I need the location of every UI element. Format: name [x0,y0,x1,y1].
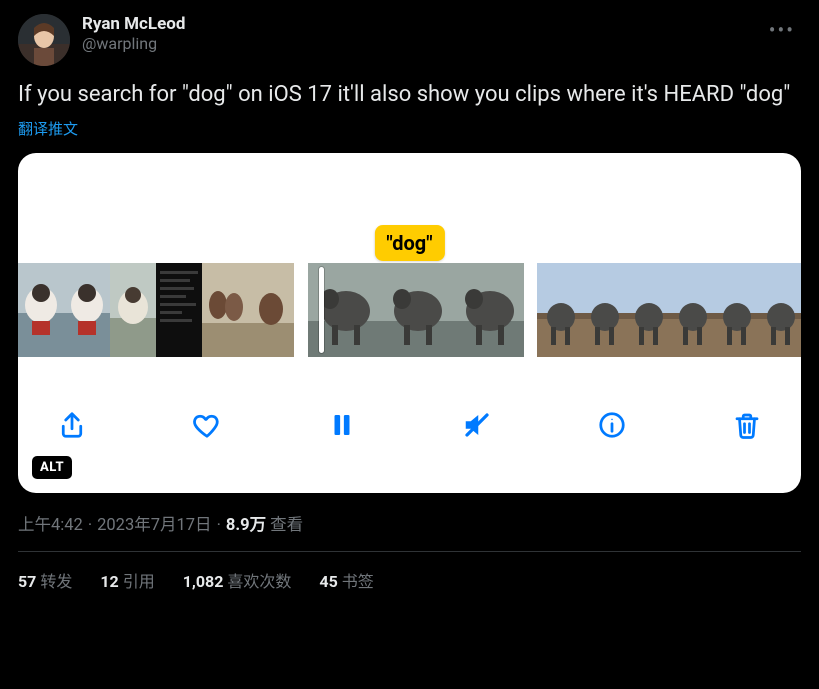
stat-quotes[interactable]: 12 引用 [100,568,154,592]
clip-gap [524,263,538,357]
stat-num: 1,082 [183,572,224,591]
avatar-image [18,14,70,66]
media-topbar: "dog" [18,153,801,263]
more-icon[interactable]: ••• [763,14,801,46]
tweet-stats: 57转发 12 引用 1,082喜欢次数 45 书签 [18,552,801,592]
views-number: 8.9万 [226,511,266,535]
stat-bookmarks[interactable]: 45 书签 [319,568,373,592]
tweet-media[interactable]: "dog" [18,153,801,493]
stat-num: 45 [319,572,337,591]
media-inner: "dog" [18,153,801,493]
translate-link[interactable]: 翻译推文 [18,118,78,139]
video-timeline[interactable] [18,263,801,357]
clip-group-1 [18,263,294,357]
display-name[interactable]: Ryan McLeod [82,14,763,34]
clip-thumb [380,263,452,357]
clip-thumb [202,263,248,357]
tweet-meta: 上午4:42 · 2023年7月17日 · 8.9万 查看 [18,511,801,535]
caption-bubble: "dog" [374,225,444,261]
playhead[interactable] [319,267,324,353]
clip-thumb [581,263,625,357]
clip-thumb [452,263,524,357]
share-icon[interactable] [50,403,94,447]
stat-label: 转发 [40,572,72,591]
author-names: Ryan McLeod @warpling [82,14,763,55]
handle[interactable]: @warpling [82,34,763,55]
views-label: 查看 [270,511,303,535]
clip-thumb [713,263,757,357]
clip-thumb [669,263,713,357]
clip-thumb [248,263,294,357]
mute-icon[interactable] [455,403,499,447]
stat-num: 12 [100,572,118,591]
stat-label: 喜欢次数 [227,572,291,591]
heart-icon[interactable] [185,403,229,447]
clip-thumb [156,263,202,357]
media-toolbar [18,357,801,493]
meta-sep: · [88,516,92,535]
tweet: Ryan McLeod @warpling ••• If you search … [0,0,819,592]
clip-gap [294,263,308,357]
clip-thumb [625,263,669,357]
clip-thumb [537,263,581,357]
tweet-time[interactable]: 上午4:42 [18,511,83,535]
clip-thumb [18,263,64,357]
tweet-date[interactable]: 2023年7月17日 [97,511,211,535]
meta-sep: · [217,516,221,535]
clip-thumb [64,263,110,357]
stat-retweets[interactable]: 57转发 [18,568,72,592]
stat-num: 57 [18,572,36,591]
clip-thumb [757,263,801,357]
clip-group-2 [308,263,524,357]
tweet-text: If you search for "dog" on iOS 17 it'll … [18,80,801,110]
clip-group-3 [537,263,801,357]
avatar[interactable] [18,14,70,66]
stat-label: 引用 [123,572,155,591]
stat-label: 书签 [342,572,374,591]
tweet-header: Ryan McLeod @warpling ••• [18,14,801,66]
info-icon[interactable] [590,403,634,447]
trash-icon[interactable] [725,403,769,447]
alt-badge[interactable]: ALT [32,456,72,479]
stat-likes[interactable]: 1,082喜欢次数 [183,568,292,592]
pause-icon[interactable] [320,403,364,447]
clip-thumb [110,263,156,357]
